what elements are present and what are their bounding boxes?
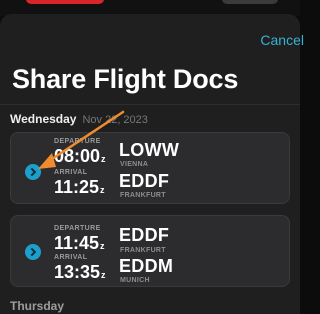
day-header: Thursday — [10, 299, 65, 313]
day-weekday: Wednesday — [10, 112, 77, 126]
departure-label: DEPARTURE — [54, 138, 101, 145]
origin-city: FRANKFURT — [120, 247, 166, 254]
arrival-label: ARRIVAL — [54, 254, 88, 261]
chevron-right-icon[interactable] — [25, 244, 41, 260]
page-title: Share Flight Docs — [12, 64, 239, 94]
cancel-button[interactable]: Cancel — [260, 32, 304, 48]
departure-time: 11:45z — [54, 233, 105, 253]
origin-city: VIENNA — [120, 161, 149, 168]
flight-card[interactable]: DEPARTURE 11:45z ARRIVAL 13:35z EDDF FRA… — [10, 215, 290, 287]
arrival-time: 11:25z — [54, 177, 105, 197]
day-date: Nov 22, 2023 — [82, 114, 148, 126]
origin-icao: EDDF — [119, 225, 170, 245]
day-header: Wednesday Nov 22, 2023 — [10, 112, 148, 126]
chevron-right-icon[interactable] — [25, 164, 41, 180]
background-red-button — [26, 0, 104, 4]
origin-icao: LOWW — [119, 140, 180, 160]
departure-label: DEPARTURE — [54, 225, 101, 232]
destination-city: MUNICH — [120, 277, 150, 284]
destination-icao: EDDF — [119, 171, 170, 191]
arrival-time: 13:35z — [54, 262, 106, 282]
destination-icao: EDDM — [119, 256, 174, 276]
arrival-label: ARRIVAL — [54, 169, 88, 176]
destination-city: FRANKFURT — [120, 192, 166, 199]
divider — [0, 104, 300, 105]
background-grey-button — [222, 0, 278, 4]
flight-card[interactable]: DEPARTURE 08:00z ARRIVAL 11:25z LOWW VIE… — [10, 132, 290, 204]
departure-time: 08:00z — [54, 146, 106, 166]
